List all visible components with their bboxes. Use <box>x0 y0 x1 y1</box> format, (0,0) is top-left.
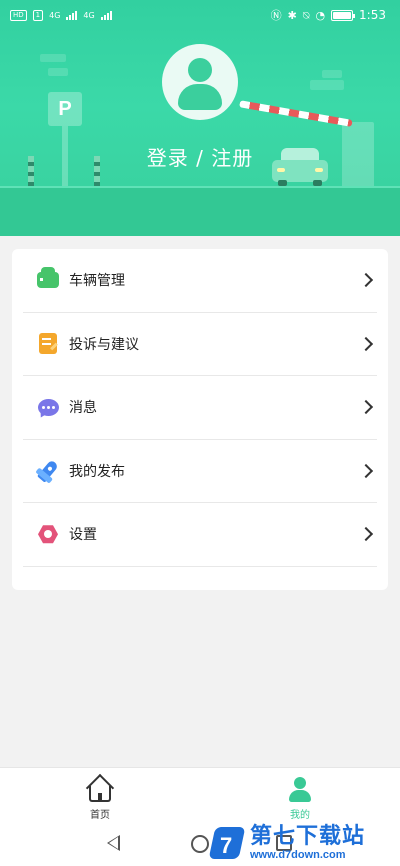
hd-badge: HD <box>10 9 27 21</box>
menu-item-label: 车辆管理 <box>69 273 125 290</box>
signal-icon <box>100 10 112 20</box>
parking-sign-icon: P <box>48 92 82 126</box>
tab-label: 首页 <box>90 810 110 821</box>
menu-item-my-posts[interactable]: 我的发布 <box>23 440 377 503</box>
status-bar: HD 1 4G 4G Ⓝ ✱ ⍉ ◔ 1:53 <box>0 0 400 30</box>
network-label: 4G <box>83 10 95 20</box>
ground <box>0 188 400 236</box>
home-icon <box>85 773 115 804</box>
tab-label: 我的 <box>290 810 310 821</box>
menu-item-settings[interactable]: 设置 <box>23 503 377 567</box>
person-icon <box>286 776 314 804</box>
cloud-decoration <box>40 54 66 62</box>
note-icon <box>37 333 59 355</box>
settings-icon <box>37 523 59 545</box>
status-time: 1:53 <box>359 8 386 22</box>
menu-item-label: 消息 <box>69 400 97 417</box>
chevron-right-icon <box>358 273 374 288</box>
tab-mine[interactable]: 我的 <box>200 768 400 825</box>
network-label: 4G <box>49 10 61 20</box>
menu-item-vehicle-management[interactable]: 车辆管理 <box>23 249 377 313</box>
menu-item-complaints[interactable]: 投诉与建议 <box>23 313 377 376</box>
signal-icon <box>66 10 78 20</box>
home-circle-icon[interactable] <box>191 835 209 853</box>
menu-item-label: 投诉与建议 <box>69 336 139 353</box>
cloud-decoration <box>322 70 342 78</box>
barrier-gate-icon <box>239 100 353 127</box>
cloud-decoration <box>310 80 344 90</box>
mute-icon: ⍉ <box>302 8 310 22</box>
battery-icon <box>331 9 356 21</box>
rocket-icon <box>37 459 59 483</box>
person-icon <box>188 58 212 82</box>
bottom-nav: 首页 我的 <box>0 767 400 825</box>
menu-item-messages[interactable]: 消息 <box>23 376 377 440</box>
back-icon[interactable] <box>107 835 120 851</box>
sim-badge: 1 <box>32 9 44 21</box>
car-icon <box>37 267 62 291</box>
menu-item-label: 设置 <box>69 527 97 544</box>
menu-card: 车辆管理 投诉与建议 消息 我的发布 设置 <box>12 249 388 590</box>
tab-home[interactable]: 首页 <box>0 768 200 825</box>
cloud-decoration <box>48 68 68 76</box>
menu-item-label: 我的发布 <box>69 463 125 480</box>
watermark-url: www.d7down.com <box>250 848 346 861</box>
watermark: 7 第七下载站 www.d7down.com <box>208 820 400 866</box>
watermark-logo-icon: 7 <box>208 823 246 863</box>
speed-icon: ◔ <box>315 8 326 22</box>
avatar[interactable] <box>162 44 238 120</box>
bluetooth-icon: ✱ <box>287 8 297 22</box>
watermark-title: 第七下载站 <box>250 823 366 849</box>
login-register-link[interactable]: 登录 / 注册 <box>0 142 400 171</box>
chevron-right-icon <box>358 400 374 415</box>
message-icon <box>37 396 59 418</box>
nfc-icon: Ⓝ <box>270 8 282 22</box>
profile-header: P 登录 / 注册 <box>0 0 400 236</box>
chevron-right-icon <box>358 527 374 542</box>
chevron-right-icon <box>358 336 374 351</box>
chevron-right-icon <box>358 463 374 478</box>
